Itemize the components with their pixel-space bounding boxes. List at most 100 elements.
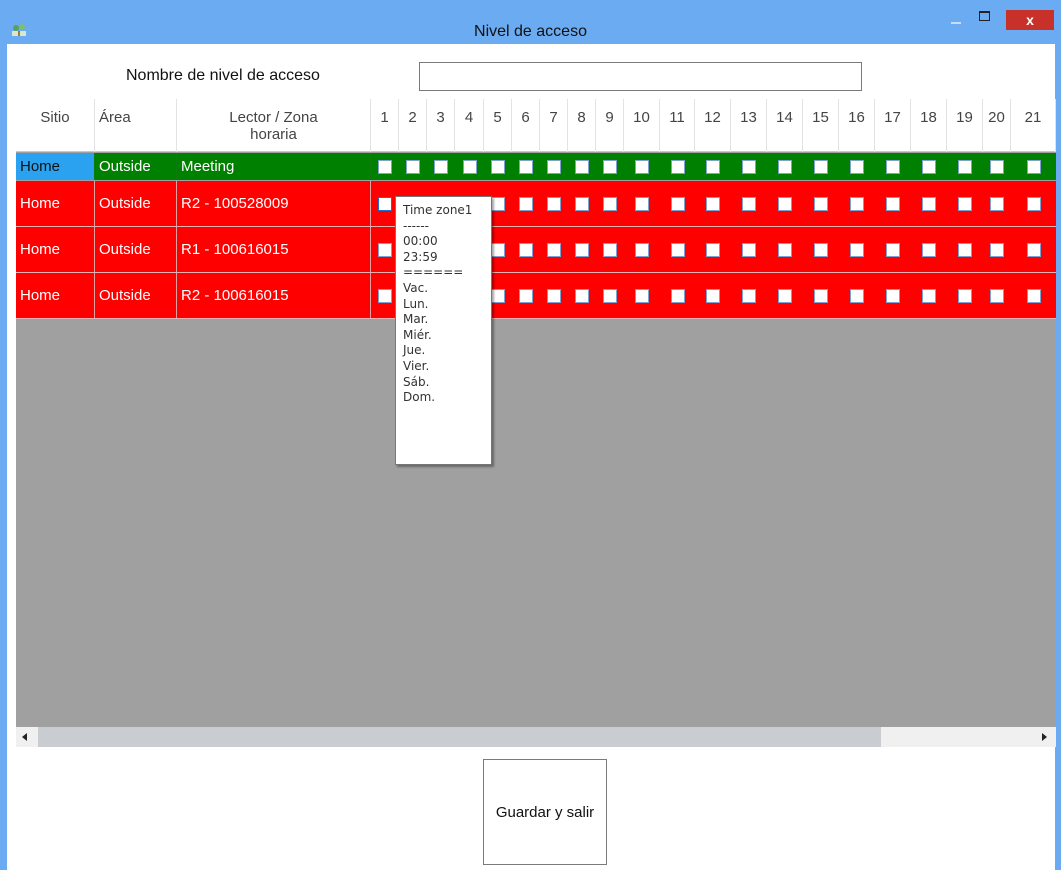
cell-lector[interactable]: R2 - 100616015	[177, 273, 371, 318]
cell-lector[interactable]: Meeting	[177, 153, 371, 180]
zone-checkbox[interactable]	[519, 243, 533, 257]
zone-checkbox[interactable]	[491, 197, 505, 211]
zone-checkbox[interactable]	[706, 160, 720, 174]
zone-checkbox[interactable]	[519, 197, 533, 211]
zone-checkbox[interactable]	[990, 160, 1004, 174]
zone-checkbox[interactable]	[603, 197, 617, 211]
zone-checkbox[interactable]	[990, 197, 1004, 211]
zone-checkbox[interactable]	[742, 160, 756, 174]
zone-checkbox[interactable]	[742, 243, 756, 257]
zone-checkbox[interactable]	[547, 289, 561, 303]
column-header-zone-17[interactable]: 17	[875, 99, 911, 152]
zone-checkbox[interactable]	[463, 160, 477, 174]
zone-checkbox[interactable]	[671, 197, 685, 211]
zone-checkbox[interactable]	[575, 289, 589, 303]
zone-checkbox[interactable]	[491, 289, 505, 303]
zone-checkbox[interactable]	[886, 160, 900, 174]
zone-checkbox[interactable]	[706, 197, 720, 211]
zone-checkbox[interactable]	[922, 160, 936, 174]
zone-checkbox[interactable]	[706, 243, 720, 257]
access-level-name-input[interactable]	[419, 62, 862, 91]
column-header-lector[interactable]: Lector / Zona horaria	[177, 99, 371, 152]
minimize-button[interactable]	[943, 8, 967, 32]
zone-checkbox[interactable]	[850, 197, 864, 211]
zone-checkbox[interactable]	[958, 197, 972, 211]
cell-sitio[interactable]: Home	[16, 227, 95, 272]
zone-checkbox[interactable]	[886, 197, 900, 211]
zone-checkbox[interactable]	[958, 160, 972, 174]
column-header-zone-6[interactable]: 6	[512, 99, 540, 152]
zone-checkbox[interactable]	[958, 289, 972, 303]
zone-checkbox[interactable]	[814, 243, 828, 257]
save-and-exit-button[interactable]: Guardar y salir	[483, 759, 607, 865]
zone-checkbox[interactable]	[547, 243, 561, 257]
column-header-zone-8[interactable]: 8	[568, 99, 596, 152]
column-header-zone-16[interactable]: 16	[839, 99, 875, 152]
column-header-zone-7[interactable]: 7	[540, 99, 568, 152]
zone-checkbox[interactable]	[671, 160, 685, 174]
column-header-zone-21[interactable]: 21	[1011, 99, 1056, 152]
zone-checkbox[interactable]	[814, 160, 828, 174]
zone-checkbox[interactable]	[778, 289, 792, 303]
zone-checkbox[interactable]	[378, 160, 392, 174]
cell-lector[interactable]: R2 - 100528009	[177, 181, 371, 226]
zone-checkbox[interactable]	[575, 197, 589, 211]
zone-checkbox[interactable]	[603, 243, 617, 257]
cell-sitio[interactable]: Home	[16, 273, 95, 318]
zone-checkbox[interactable]	[575, 160, 589, 174]
cell-sitio[interactable]: Home	[16, 153, 95, 180]
column-header-zone-13[interactable]: 13	[731, 99, 767, 152]
zone-checkbox[interactable]	[706, 289, 720, 303]
zone-checkbox[interactable]	[778, 243, 792, 257]
column-header-zone-9[interactable]: 9	[596, 99, 624, 152]
zone-checkbox[interactable]	[778, 197, 792, 211]
zone-checkbox[interactable]	[1027, 243, 1041, 257]
zone-checkbox[interactable]	[547, 160, 561, 174]
zone-checkbox[interactable]	[850, 243, 864, 257]
column-header-zone-5[interactable]: 5	[484, 99, 512, 152]
close-button[interactable]: x	[1006, 10, 1054, 30]
column-header-zone-1[interactable]: 1	[371, 99, 399, 152]
zone-checkbox[interactable]	[671, 289, 685, 303]
zone-checkbox[interactable]	[491, 243, 505, 257]
column-header-zone-14[interactable]: 14	[767, 99, 803, 152]
zone-checkbox[interactable]	[922, 243, 936, 257]
zone-checkbox[interactable]	[850, 289, 864, 303]
table-row[interactable]: Home Outside R1 - 100616015	[16, 227, 1056, 273]
zone-checkbox[interactable]	[635, 289, 649, 303]
zone-checkbox[interactable]	[406, 160, 420, 174]
zone-checkbox[interactable]	[814, 197, 828, 211]
zone-checkbox[interactable]	[575, 243, 589, 257]
scroll-right-icon[interactable]	[1042, 733, 1047, 741]
cell-sitio[interactable]: Home	[16, 181, 95, 226]
zone-checkbox[interactable]	[635, 243, 649, 257]
scroll-left-icon[interactable]	[22, 733, 27, 741]
column-header-zone-19[interactable]: 19	[947, 99, 983, 152]
zone-checkbox[interactable]	[603, 289, 617, 303]
horizontal-scrollbar[interactable]	[16, 727, 1056, 747]
maximize-button[interactable]	[973, 8, 997, 32]
zone-checkbox[interactable]	[519, 289, 533, 303]
table-row[interactable]: Home Outside R2 - 100528009	[16, 181, 1056, 227]
zone-checkbox[interactable]	[990, 243, 1004, 257]
zone-checkbox[interactable]	[886, 243, 900, 257]
column-header-zone-4[interactable]: 4	[455, 99, 484, 152]
zone-checkbox[interactable]	[886, 289, 900, 303]
zone-checkbox[interactable]	[547, 197, 561, 211]
zone-checkbox[interactable]	[378, 197, 392, 211]
zone-checkbox[interactable]	[671, 243, 685, 257]
zone-checkbox[interactable]	[742, 289, 756, 303]
cell-area[interactable]: Outside	[95, 181, 177, 226]
zone-checkbox[interactable]	[635, 197, 649, 211]
column-header-sitio[interactable]: Sitio	[16, 99, 95, 152]
table-row[interactable]: Home Outside R2 - 100616015	[16, 273, 1056, 319]
column-header-zone-18[interactable]: 18	[911, 99, 947, 152]
column-header-zone-11[interactable]: 11	[660, 99, 695, 152]
zone-checkbox[interactable]	[491, 160, 505, 174]
zone-checkbox[interactable]	[378, 243, 392, 257]
zone-checkbox[interactable]	[958, 243, 972, 257]
zone-checkbox[interactable]	[434, 160, 448, 174]
cell-area[interactable]: Outside	[95, 153, 177, 180]
cell-area[interactable]: Outside	[95, 273, 177, 318]
zone-checkbox[interactable]	[1027, 289, 1041, 303]
